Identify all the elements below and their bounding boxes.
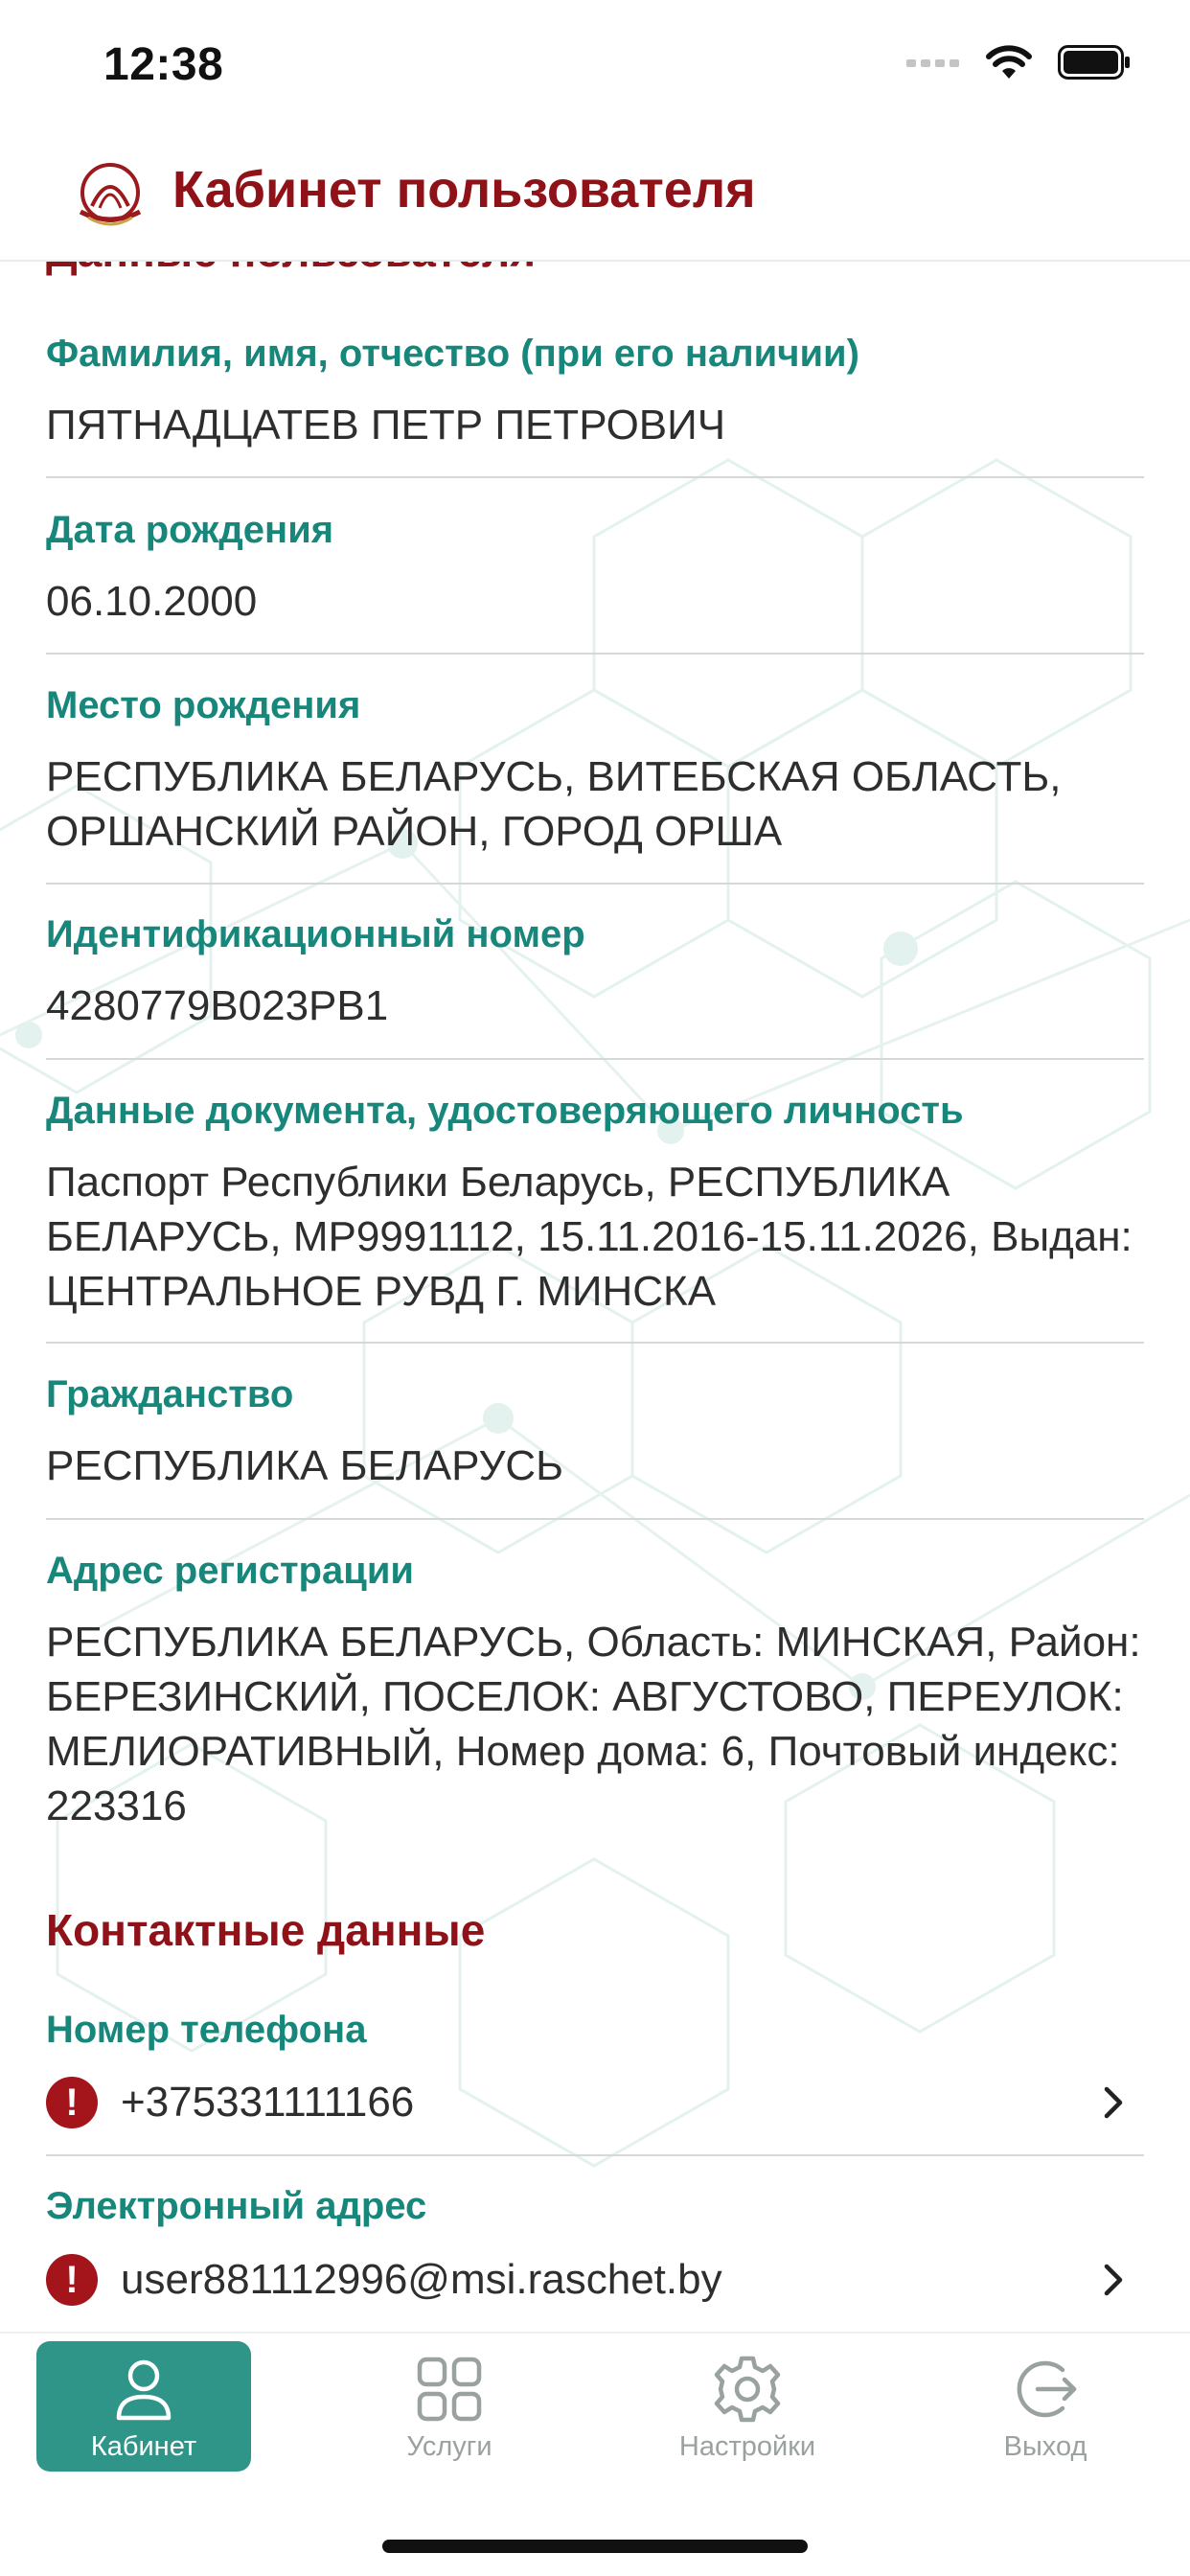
email-value: user881112996@msi.raschet.by bbox=[121, 2256, 722, 2303]
user-icon bbox=[116, 2359, 172, 2421]
battery-icon bbox=[1058, 45, 1130, 80]
field-label: Дата рождения bbox=[46, 509, 334, 551]
field-label: Адрес регистрации bbox=[46, 1550, 415, 1592]
exclamation-circle-icon: ! bbox=[46, 2254, 98, 2306]
section-title-contacts: Контактные данные bbox=[46, 1905, 486, 1955]
chevron-right-icon bbox=[1104, 2086, 1123, 2119]
contact-email-row[interactable]: ! user881112996@msi.raschet.by bbox=[46, 2246, 1144, 2313]
field-full-name: Фамилия, имя, отчество (при его наличии)… bbox=[46, 331, 1144, 452]
tab-label: Кабинет bbox=[90, 2431, 197, 2462]
phone-value: +375331111166 bbox=[121, 2079, 415, 2126]
tab-label: Выход bbox=[1003, 2431, 1087, 2462]
tab-label: Настройки bbox=[678, 2431, 816, 2462]
field-birth-date: Дата рождения 06.10.2000 bbox=[46, 507, 1144, 629]
wifi-icon bbox=[986, 45, 1032, 79]
divider bbox=[46, 653, 1144, 655]
field-value: 06.10.2000 bbox=[46, 578, 258, 625]
chevron-right-icon bbox=[1104, 2264, 1123, 2296]
field-identity-document: Данные документа, удостоверяющего личнос… bbox=[46, 1088, 1144, 1319]
field-value: Паспорт Республики Беларусь, РЕСПУБЛИКА … bbox=[46, 1159, 1133, 1315]
tab-cabinet[interactable]: Кабинет bbox=[36, 2341, 251, 2472]
page-title: Кабинет пользователя bbox=[172, 161, 756, 218]
divider bbox=[46, 1058, 1144, 1060]
field-label: Идентификационный номер bbox=[46, 913, 585, 955]
field-label: Номер телефона bbox=[46, 2009, 367, 2051]
gear-icon bbox=[714, 2356, 781, 2423]
divider bbox=[46, 476, 1144, 478]
tab-logout[interactable]: Выход bbox=[938, 2341, 1153, 2472]
status-time: 12:38 bbox=[103, 39, 224, 90]
home-indicator bbox=[382, 2540, 808, 2553]
field-value: РЕСПУБЛИКА БЕЛАРУСЬ bbox=[46, 1442, 564, 1489]
tab-settings[interactable]: Настройки bbox=[640, 2341, 855, 2472]
contact-phone-row[interactable]: ! +375331111166 bbox=[46, 2069, 1144, 2136]
contact-email-label-wrap: Электронный адрес bbox=[46, 2183, 1144, 2229]
section-title-personal: Данные пользователя bbox=[46, 262, 536, 277]
divider bbox=[46, 2154, 1144, 2156]
field-birth-place: Место рождения РЕСПУБЛИКА БЕЛАРУСЬ, ВИТЕ… bbox=[46, 682, 1144, 859]
tab-label: Услуги bbox=[406, 2431, 492, 2462]
field-value: ПЯТНАДЦАТЕВ ПЕТР ПЕТРОВИЧ bbox=[46, 402, 726, 448]
field-label: Фамилия, имя, отчество (при его наличии) bbox=[46, 333, 859, 375]
app-header: Кабинет пользователя bbox=[0, 129, 1190, 262]
divider bbox=[46, 1342, 1144, 1344]
grid-icon bbox=[417, 2357, 482, 2422]
field-value: 4280779B023PB1 bbox=[46, 982, 389, 1029]
exclamation-circle-icon: ! bbox=[46, 2077, 98, 2128]
field-label: Данные документа, удостоверяющего личнос… bbox=[46, 1090, 964, 1132]
field-citizenship: Гражданство РЕСПУБЛИКА БЕЛАРУСЬ bbox=[46, 1371, 1144, 1493]
field-id-number: Идентификационный номер 4280779B023PB1 bbox=[46, 911, 1144, 1033]
logout-icon bbox=[1017, 2360, 1077, 2418]
field-label: Электронный адрес bbox=[46, 2185, 427, 2227]
tab-services[interactable]: Услуги bbox=[342, 2341, 557, 2472]
field-value: РЕСПУБЛИКА БЕЛАРУСЬ, ВИТЕБСКАЯ ОБЛАСТЬ, … bbox=[46, 753, 1062, 855]
status-icons bbox=[906, 44, 1131, 80]
field-label: Место рождения bbox=[46, 684, 361, 726]
contact-phone-label-wrap: Номер телефона bbox=[46, 2007, 1144, 2053]
divider bbox=[46, 1518, 1144, 1520]
cellular-signal-icon bbox=[906, 59, 959, 67]
app-logo-icon bbox=[79, 163, 142, 226]
field-value: РЕСПУБЛИКА БЕЛАРУСЬ, Область: МИНСКАЯ, Р… bbox=[46, 1619, 1141, 1829]
status-bar: 12:38 bbox=[0, 0, 1190, 129]
profile-content[interactable]: Данные пользователя Фамилия, имя, отчест… bbox=[0, 262, 1190, 2332]
field-label: Гражданство bbox=[46, 1373, 294, 1415]
divider bbox=[46, 883, 1144, 885]
field-registration-address: Адрес регистрации РЕСПУБЛИКА БЕЛАРУСЬ, О… bbox=[46, 1548, 1144, 1833]
